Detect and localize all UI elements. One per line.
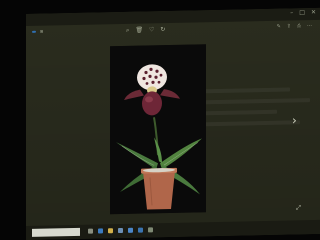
edit-create-button[interactable]: ✎ [277, 24, 281, 30]
more-icon[interactable]: ⋯ [307, 23, 312, 29]
toolbar-right: ✎ ⇪ ⎙ ⋯ [277, 23, 312, 30]
taskbar-pinned-apps [88, 227, 153, 234]
expand-icon[interactable]: ⤢ [296, 204, 301, 212]
close-icon[interactable]: ✕ [311, 9, 316, 17]
share-icon[interactable]: ⇪ [287, 23, 291, 29]
orchid-illustration [110, 44, 206, 215]
delete-icon[interactable]: 🗑 [135, 27, 143, 34]
zoom-icon[interactable]: ⌕ [126, 27, 129, 34]
mail-icon[interactable] [128, 227, 133, 233]
store-icon[interactable] [118, 227, 123, 234]
app-badge[interactable] [32, 30, 36, 33]
taskbar-search-input[interactable] [32, 227, 80, 237]
edge-icon[interactable] [98, 228, 103, 234]
task-view-icon[interactable] [88, 228, 93, 234]
app-icon[interactable] [148, 227, 153, 233]
chevron-right-icon[interactable]: › [292, 113, 297, 127]
minimize-icon[interactable]: – [290, 9, 293, 17]
add-to-button[interactable]: ⊞ [40, 29, 45, 34]
file-explorer-icon[interactable] [108, 228, 113, 234]
orchid-photo [110, 44, 206, 215]
maximize-icon[interactable]: □ [299, 9, 305, 17]
rotate-icon[interactable]: ↻ [160, 26, 165, 33]
projected-screen: – □ ✕ ⊞ ⌕ 🗑 ♡ ↻ ✎ ⇪ ⎙ ⋯ › ⤢ [26, 7, 320, 240]
window-controls: – □ ✕ [290, 9, 316, 18]
add-icon: ⊞ [40, 28, 44, 34]
favorite-icon[interactable]: ♡ [149, 26, 154, 33]
edit-create-icon: ✎ [276, 23, 281, 30]
toolbar-center: ⌕ 🗑 ♡ ↻ [126, 26, 165, 34]
photos-icon[interactable] [138, 227, 143, 233]
toolbar-left: ⊞ [32, 29, 45, 34]
print-icon[interactable]: ⎙ [297, 23, 301, 29]
